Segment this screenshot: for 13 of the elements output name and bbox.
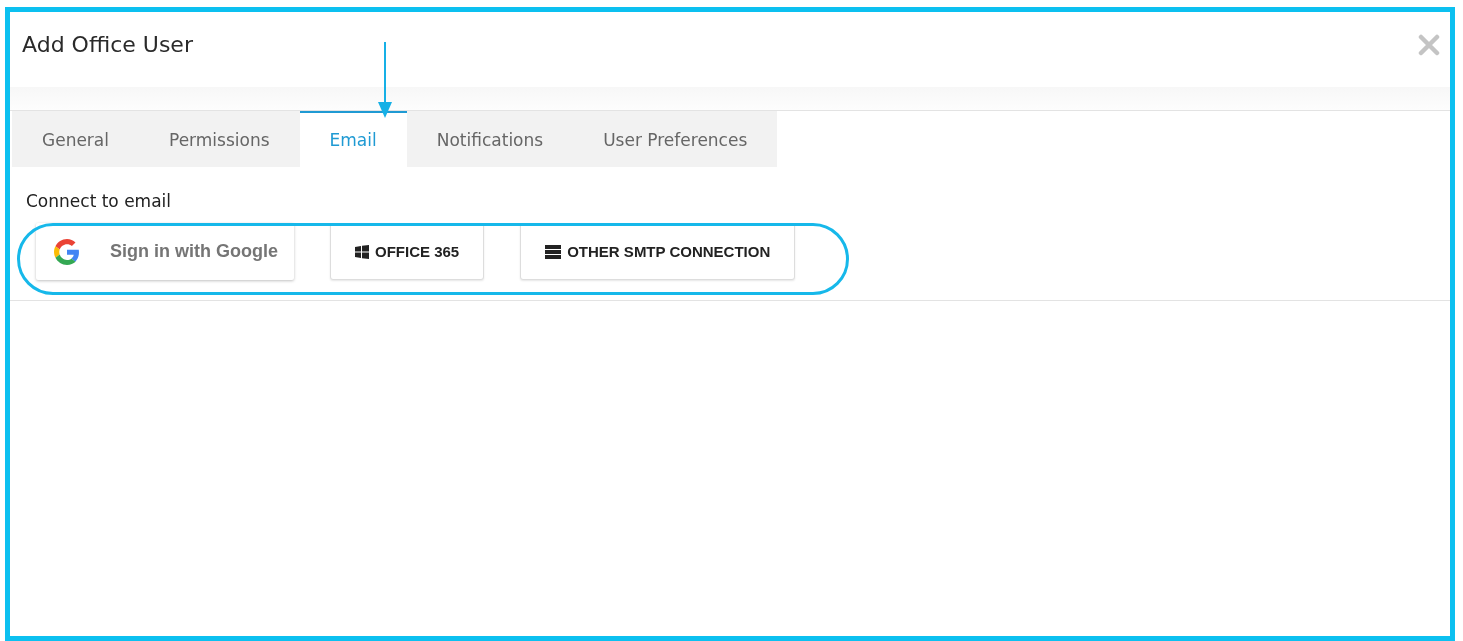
office-365-button[interactable]: OFFICE 365 (330, 223, 485, 280)
windows-icon (355, 244, 369, 259)
tab[interactable]: User Preferences (573, 111, 778, 167)
google-sign-in-button[interactable]: Sign in with Google (36, 223, 294, 280)
server-icon (545, 244, 562, 259)
tab[interactable]: Notifications (406, 111, 574, 167)
google-icon (54, 238, 80, 265)
close-icon[interactable] (1418, 34, 1440, 56)
tab[interactable]: Permissions (139, 111, 300, 167)
dialog-title: Add Office User (22, 32, 193, 57)
smtp-connection-button[interactable]: OTHER SMTP CONNECTION (520, 223, 796, 280)
section-label: Connect to email (26, 191, 173, 211)
tab[interactable]: General (12, 111, 139, 167)
